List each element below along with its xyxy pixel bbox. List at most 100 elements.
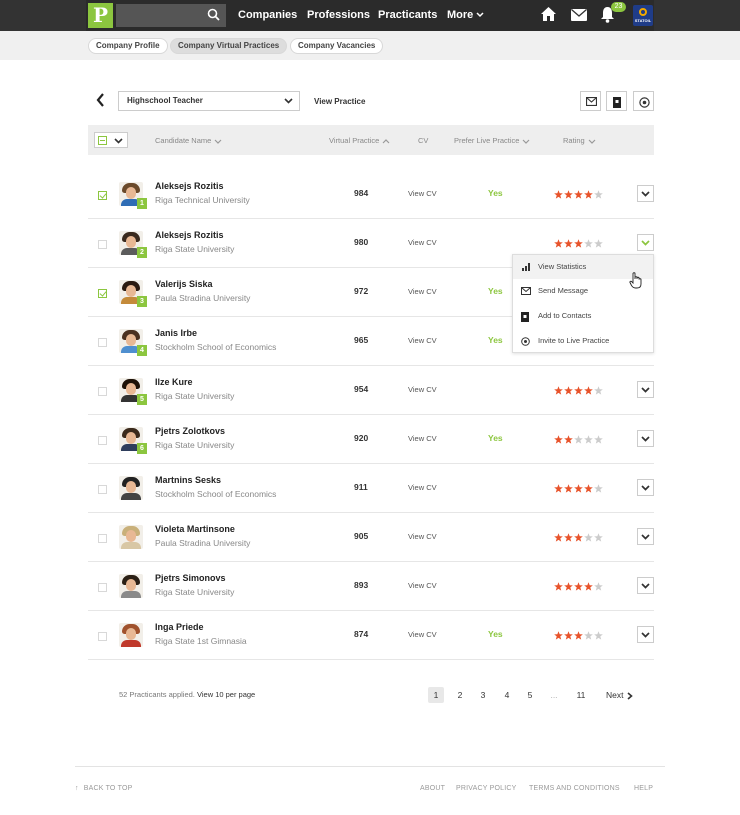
view-cv-link[interactable]: View CV xyxy=(408,385,437,394)
row-checkbox[interactable] xyxy=(98,289,107,298)
candidate-name[interactable]: Aleksejs Rozitis xyxy=(155,230,224,240)
search-input[interactable] xyxy=(116,4,226,27)
tab-company-vacancies[interactable]: Company Vacancies xyxy=(290,38,384,54)
nav-practicants[interactable]: Practicants xyxy=(378,0,437,31)
nav-professions[interactable]: Professions xyxy=(307,0,370,31)
select-all-checkbox[interactable] xyxy=(94,132,128,148)
row-menu-button[interactable] xyxy=(637,528,654,545)
footer-link-help[interactable]: HELP xyxy=(634,785,653,792)
footer-link-privacy-policy[interactable]: PRIVACY POLICY xyxy=(456,785,517,792)
row-checkbox[interactable] xyxy=(98,436,107,445)
page-1-button[interactable]: 1 xyxy=(428,687,444,703)
column-rating[interactable]: Rating xyxy=(563,136,596,145)
view-cv-link[interactable]: View CV xyxy=(408,483,437,492)
row-checkbox[interactable] xyxy=(98,191,107,200)
back-to-top-link[interactable]: ↑ BACK TO TOP xyxy=(75,785,132,792)
menu-item-add-to-contacts[interactable]: Add to Contacts xyxy=(513,304,653,328)
row-menu-button[interactable] xyxy=(637,381,654,398)
row-checkbox[interactable] xyxy=(98,534,107,543)
next-page-button[interactable]: Next xyxy=(606,687,634,703)
row-menu-button[interactable] xyxy=(637,430,654,447)
search-icon[interactable] xyxy=(207,8,220,26)
row-checkbox[interactable] xyxy=(98,583,107,592)
star-empty-icon xyxy=(594,235,604,252)
page-11-button[interactable]: 11 xyxy=(573,687,589,703)
row-checkbox[interactable] xyxy=(98,338,107,347)
nav-companies[interactable]: Companies xyxy=(238,0,297,31)
candidate-university: Riga State University xyxy=(155,244,235,254)
back-arrow-icon[interactable] xyxy=(96,93,105,112)
practice-select-value: Highschool Teacher xyxy=(127,96,203,105)
candidate-name[interactable]: Ilze Kure xyxy=(155,377,193,387)
candidate-name[interactable]: Pjetrs Zolotkovs xyxy=(155,426,225,436)
page-2-button[interactable]: 2 xyxy=(452,687,468,703)
table-row: Martnins Sesks Stockholm School of Econom… xyxy=(88,464,654,513)
view-cv-link[interactable]: View CV xyxy=(408,434,437,443)
star-filled-icon xyxy=(554,529,564,546)
view-cv-link[interactable]: View CV xyxy=(408,336,437,345)
candidate-name[interactable]: Valerijs Siska xyxy=(155,279,213,289)
page-4-button[interactable]: 4 xyxy=(499,687,515,703)
table-row: Violeta Martinsone Paula Stradina Univers… xyxy=(88,513,654,562)
row-menu-button[interactable] xyxy=(637,185,654,202)
view-cv-link[interactable]: View CV xyxy=(408,238,437,247)
target-icon xyxy=(521,337,530,348)
row-menu-button[interactable] xyxy=(637,626,654,643)
page-5-button[interactable]: 5 xyxy=(522,687,538,703)
menu-item-invite-to-live-practice[interactable]: Invite to Live Practice xyxy=(513,329,653,353)
row-menu-button[interactable] xyxy=(637,577,654,594)
tab-company-profile[interactable]: Company Profile xyxy=(88,38,168,54)
view-practice-link[interactable]: View Practice xyxy=(314,97,365,106)
star-empty-icon xyxy=(594,186,604,203)
column-cv: CV xyxy=(418,136,429,145)
candidate-name[interactable]: Violeta Martinsone xyxy=(155,524,235,534)
prefer-live-value: Yes xyxy=(488,629,503,639)
footer-link-about[interactable]: ABOUT xyxy=(420,785,445,792)
candidate-name[interactable]: Aleksejs Rozitis xyxy=(155,181,224,191)
row-menu-button[interactable] xyxy=(637,479,654,496)
company-avatar[interactable]: STATOIL xyxy=(633,5,653,26)
home-icon[interactable] xyxy=(540,6,557,27)
message-all-button[interactable] xyxy=(580,91,601,111)
chevron-down-icon xyxy=(523,139,530,144)
view-cv-link[interactable]: View CV xyxy=(408,287,437,296)
candidate-name[interactable]: Janis Irbe xyxy=(155,328,197,338)
candidate-name[interactable]: Martnins Sesks xyxy=(155,475,221,485)
add-contacts-button[interactable] xyxy=(606,91,627,111)
candidate-name[interactable]: Pjetrs Simonovs xyxy=(155,573,226,583)
invite-live-button[interactable] xyxy=(633,91,654,111)
view-cv-link[interactable]: View CV xyxy=(408,189,437,198)
candidate-name[interactable]: Inga Priede xyxy=(155,622,204,632)
row-menu-button[interactable] xyxy=(637,234,654,251)
logo[interactable]: P xyxy=(88,3,113,28)
star-filled-icon xyxy=(574,382,584,399)
page-3-button[interactable]: 3 xyxy=(475,687,491,703)
rating-stars xyxy=(554,627,604,645)
per-page-link[interactable]: View 10 per page xyxy=(197,690,255,699)
prefer-live-value: Yes xyxy=(488,335,503,345)
rank-badge: 4 xyxy=(137,345,147,356)
nav-more[interactable]: More xyxy=(447,0,484,31)
tab-company-virtual-practices[interactable]: Company Virtual Practices xyxy=(170,38,288,54)
column-candidate-name[interactable]: Candidate Name xyxy=(155,136,222,145)
row-checkbox[interactable] xyxy=(98,240,107,249)
practice-select[interactable]: Highschool Teacher xyxy=(118,91,300,111)
column-virtual-practice-label: Virtual Practice xyxy=(329,136,380,145)
view-cv-link[interactable]: View CV xyxy=(408,581,437,590)
virtual-practice-score: 980 xyxy=(354,237,369,247)
footer-link-terms-and-conditions[interactable]: TERMS AND CONDITIONS xyxy=(529,785,620,792)
rating-stars xyxy=(554,235,604,253)
candidate-university: Stockholm School of Economics xyxy=(155,342,277,352)
applied-count-text: 52 Practicants applied. xyxy=(119,690,195,699)
row-checkbox[interactable] xyxy=(98,387,107,396)
view-cv-link[interactable]: View CV xyxy=(408,630,437,639)
table-row: Pjetrs Simonovs Riga State University 893 V… xyxy=(88,562,654,611)
mail-icon[interactable] xyxy=(571,8,587,26)
column-prefer-live-practice[interactable]: Prefer Live Practice xyxy=(454,136,530,145)
column-virtual-practice[interactable]: Virtual Practice xyxy=(329,136,390,145)
row-checkbox[interactable] xyxy=(98,632,107,641)
rank-badge: 6 xyxy=(137,443,147,454)
row-checkbox[interactable] xyxy=(98,485,107,494)
star-filled-icon xyxy=(564,431,574,448)
view-cv-link[interactable]: View CV xyxy=(408,532,437,541)
